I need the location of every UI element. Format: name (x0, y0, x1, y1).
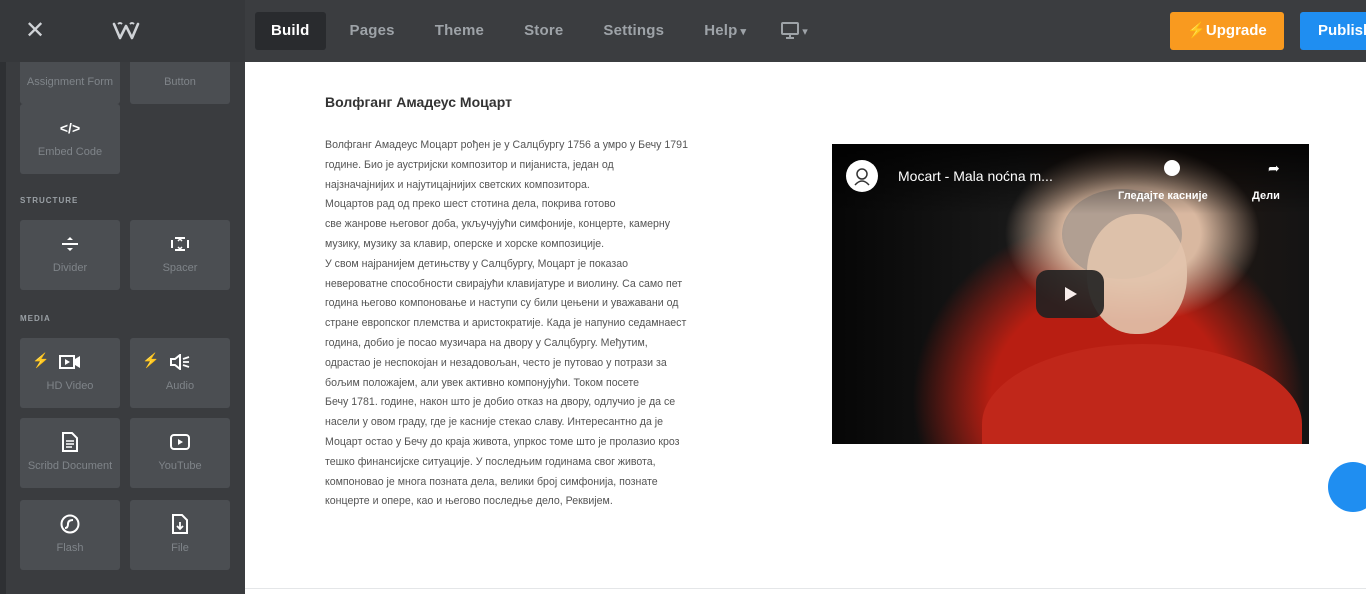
text-line: година његово компоновање и наступи су б… (325, 297, 679, 310)
share-button[interactable]: Дели (1252, 190, 1280, 202)
element-label: Scribd Document (27, 460, 113, 472)
text-line: бољим положајем, али увек активно компон… (325, 376, 640, 389)
video-thumbnail-face (1087, 214, 1187, 334)
element-label: Spacer (162, 262, 198, 274)
element-youtube[interactable]: YouTube (130, 418, 230, 488)
weebly-logo-icon[interactable] (110, 20, 150, 42)
text-line: Моцарт остао у Бечу до краја живота, упр… (325, 435, 680, 448)
watch-later-button[interactable]: Гледајте касније (1118, 190, 1208, 202)
upgrade-button[interactable]: ⚡Upgrade (1170, 12, 1284, 50)
element-label: YouTube (158, 460, 202, 472)
code-icon: </> (59, 120, 81, 136)
tab-help-label: Help (704, 22, 738, 39)
tab-help[interactable]: Help ▾ (688, 12, 762, 50)
play-icon (1065, 287, 1077, 301)
element-label: File (171, 542, 189, 554)
spacer-icon (130, 232, 230, 256)
tab-store[interactable]: Store (508, 12, 579, 50)
lightning-icon: ⚡ (1187, 22, 1206, 39)
monitor-icon (781, 22, 800, 39)
upgrade-label: Upgrade (1205, 22, 1267, 39)
youtube-embed[interactable]: Mocart - Mala noćna m... Гледајте касниј… (832, 144, 1309, 444)
file-icon (130, 512, 230, 536)
text-line: све жанрове његовог доба, укључујући сим… (325, 218, 671, 231)
channel-avatar[interactable] (846, 160, 878, 192)
text-line: компоновао је многа позната дела, велики… (325, 475, 658, 488)
element-spacer[interactable]: Spacer (130, 220, 230, 290)
tab-theme[interactable]: Theme (419, 12, 500, 50)
text-line: невероватне способности свирајући клавиј… (325, 277, 683, 290)
divider-icon (20, 232, 120, 256)
element-flash[interactable]: Flash (20, 500, 120, 570)
video-title[interactable]: Mocart - Mala noćna m... (898, 168, 1053, 184)
element-label: Assignment Form (26, 76, 114, 88)
text-line: насели у овом граду, где је касније стек… (325, 416, 664, 429)
element-assignment-form[interactable]: Assignment Form (20, 62, 120, 104)
main-nav: Build Pages Theme Store Settings Help ▾ ▾ (255, 12, 818, 50)
section-structure: STRUCTURE (20, 196, 79, 205)
text-line: Моцартов рад од преко шест стотина дела,… (325, 198, 616, 211)
device-preview-button[interactable]: ▾ (770, 12, 818, 50)
text-line: године. Био је аустријски композитор и п… (325, 158, 614, 171)
share-icon[interactable]: ➦ (1268, 160, 1280, 177)
clock-icon[interactable] (1164, 160, 1180, 176)
tab-settings[interactable]: Settings (587, 12, 680, 50)
hd-video-icon (20, 350, 120, 374)
text-line: Волфганг Амадеус Моцарт рођен је у Салцб… (325, 139, 688, 151)
sidebar-edge (0, 62, 6, 594)
flash-icon (20, 512, 120, 536)
section-media: MEDIA (20, 314, 51, 323)
element-label: Button (164, 76, 196, 88)
elements-sidebar: Assignment Form Button </> Embed Code ST… (0, 62, 245, 594)
article-text[interactable]: Волфганг Амадеус Моцарт рођен је у Салцб… (325, 136, 805, 512)
element-label: Divider (52, 262, 88, 274)
element-label: Audio (165, 380, 195, 392)
tab-build[interactable]: Build (255, 12, 326, 50)
audio-icon (130, 350, 230, 374)
element-button[interactable]: Button (130, 62, 230, 104)
text-line: најзначајнијих и најутицајнијих светских… (325, 178, 590, 191)
element-divider[interactable]: Divider (20, 220, 120, 290)
text-line: година, добио је посао музичара на двору… (325, 336, 648, 349)
chevron-down-icon: ▾ (740, 26, 747, 38)
element-hd-video[interactable]: ⚡ HD Video (20, 338, 120, 408)
youtube-icon (130, 430, 230, 454)
text-line: музику, музику за клавир, оперске и хорс… (325, 237, 605, 250)
element-embed-code[interactable]: </> Embed Code (20, 104, 120, 174)
section-divider (245, 588, 1366, 589)
play-button[interactable] (1036, 270, 1104, 318)
element-file[interactable]: File (130, 500, 230, 570)
element-label: Flash (56, 542, 84, 554)
publish-button[interactable]: Publish (1300, 12, 1366, 50)
close-button[interactable]: ✕ (22, 18, 48, 44)
text-line: У свом најранијем детињству у Салцбургу,… (325, 257, 628, 270)
document-icon (20, 430, 120, 454)
element-audio[interactable]: ⚡ Audio (130, 338, 230, 408)
top-bar: ✕ Build Pages Theme Store Settings Help ▾… (0, 0, 1366, 62)
page-title[interactable]: Волфганг Амадеус Моцарт (325, 94, 512, 110)
element-scribd-document[interactable]: Scribd Document (20, 418, 120, 488)
chevron-down-icon: ▾ (802, 25, 808, 38)
tab-pages[interactable]: Pages (334, 12, 411, 50)
text-line: одрастао је неспокојан и незадовољан, че… (325, 356, 667, 369)
element-label: HD Video (46, 380, 94, 392)
text-line: тешко финансијске ситуације. У последњим… (325, 455, 656, 468)
text-line: концерте и опере, као и његово последње … (325, 495, 613, 508)
text-line: стране европског племства и аристократиј… (325, 317, 687, 330)
text-line: Бечу 1781. године, након што је добио от… (325, 396, 676, 409)
element-label: Embed Code (37, 146, 103, 158)
